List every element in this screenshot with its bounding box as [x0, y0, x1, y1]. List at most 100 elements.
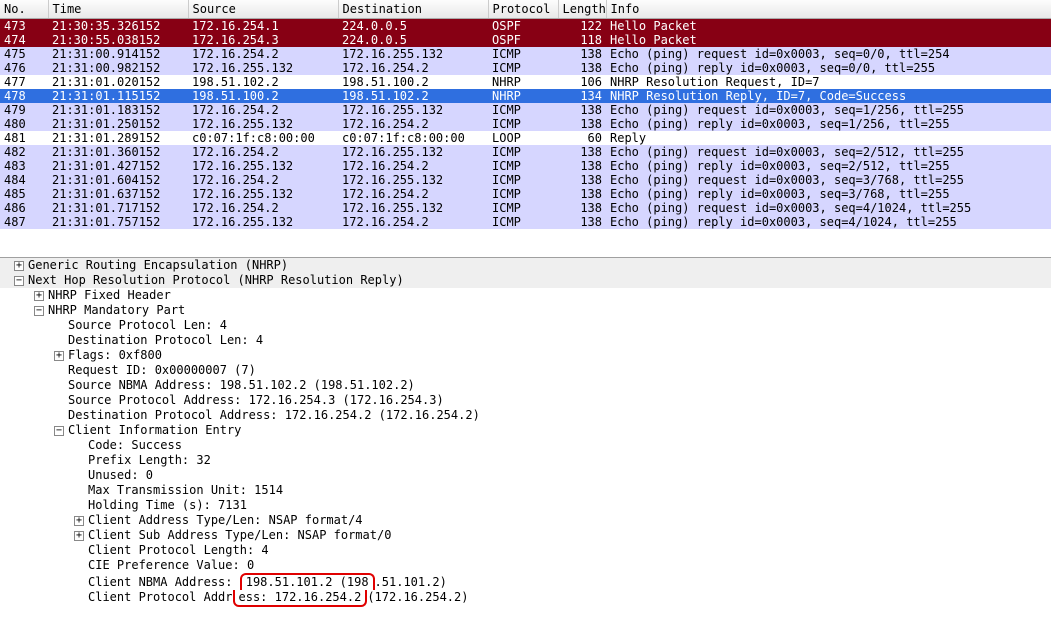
cell-dst: 172.16.254.2	[338, 159, 488, 173]
tree-spl[interactable]: Source Protocol Len: 4	[0, 318, 1051, 333]
cell-src: 172.16.255.132	[188, 159, 338, 173]
cell-info: Hello Packet	[606, 33, 1051, 47]
tree-cpl-label: Client Protocol Length: 4	[88, 543, 269, 557]
tree-cpl[interactable]: Client Protocol Length: 4	[0, 543, 1051, 558]
cell-dst: 172.16.255.132	[338, 145, 488, 159]
cell-src: 172.16.255.132	[188, 117, 338, 131]
table-row[interactable]: 47421:30:55.038152172.16.254.3224.0.0.5O…	[0, 33, 1051, 47]
tree-csatl[interactable]: +Client Sub Address Type/Len: NSAP forma…	[0, 528, 1051, 543]
table-row[interactable]: 47921:31:01.183152172.16.254.2172.16.255…	[0, 103, 1051, 117]
cell-no: 479	[0, 103, 48, 117]
tree-cpaddr-box: ess: 172.16.254.2	[239, 590, 362, 604]
tree-mand[interactable]: −NHRP Mandatory Part	[0, 303, 1051, 318]
cell-no: 483	[0, 159, 48, 173]
cell-info: NHRP Resolution Request, ID=7	[606, 75, 1051, 89]
cell-time: 21:31:01.637152	[48, 187, 188, 201]
table-row[interactable]: 47321:30:35.326152172.16.254.1224.0.0.5O…	[0, 19, 1051, 34]
table-row[interactable]: 48321:31:01.427152172.16.255.132172.16.2…	[0, 159, 1051, 173]
cell-time: 21:31:01.604152	[48, 173, 188, 187]
tree-code[interactable]: Code: Success	[0, 438, 1051, 453]
cell-len: 138	[558, 103, 606, 117]
table-row[interactable]: 48721:31:01.757152172.16.255.132172.16.2…	[0, 215, 1051, 229]
toggle-plus-icon[interactable]: +	[14, 261, 24, 271]
tree-snbma-label: Source NBMA Address: 198.51.102.2 (198.5…	[68, 378, 415, 392]
tree-spaddr[interactable]: Source Protocol Address: 172.16.254.3 (1…	[0, 393, 1051, 408]
cell-len: 122	[558, 19, 606, 34]
packet-header-row: No. Time Source Destination Protocol Len…	[0, 0, 1051, 19]
table-row[interactable]: 47821:31:01.115152198.51.100.2198.51.102…	[0, 89, 1051, 103]
tree-fixed[interactable]: + NHRP Fixed Header	[0, 288, 1051, 303]
col-len[interactable]: Length	[558, 0, 606, 19]
tree-reqid[interactable]: Request ID: 0x00000007 (7)	[0, 363, 1051, 378]
packet-list-pane[interactable]: No. Time Source Destination Protocol Len…	[0, 0, 1051, 258]
cell-proto: ICMP	[488, 117, 558, 131]
tree-fixed-label: NHRP Fixed Header	[48, 288, 171, 302]
tree-mtu[interactable]: Max Transmission Unit: 1514	[0, 483, 1051, 498]
cell-proto: ICMP	[488, 187, 558, 201]
table-row[interactable]: 48121:31:01.289152c0:07:1f:c8:00:00c0:07…	[0, 131, 1051, 145]
cell-dst: 172.16.254.2	[338, 187, 488, 201]
table-row[interactable]: 47521:31:00.914152172.16.254.2172.16.255…	[0, 47, 1051, 61]
cell-info: Echo (ping) reply id=0x0003, seq=4/1024,…	[606, 215, 1051, 229]
tree-flags[interactable]: +Flags: 0xf800	[0, 348, 1051, 363]
table-row[interactable]: 48521:31:01.637152172.16.255.132172.16.2…	[0, 187, 1051, 201]
toggle-plus-icon[interactable]: +	[34, 291, 44, 301]
tree-pref[interactable]: Prefix Length: 32	[0, 453, 1051, 468]
tree-cpaddr-post: (172.16.254.2)	[367, 590, 468, 604]
table-row[interactable]: 47721:31:01.020152198.51.102.2198.51.100…	[0, 75, 1051, 89]
tree-dpaddr[interactable]: Destination Protocol Address: 172.16.254…	[0, 408, 1051, 423]
cell-len: 138	[558, 201, 606, 215]
cell-dst: 172.16.255.132	[338, 47, 488, 61]
tree-cnbma-pre: Client NBMA Address:	[88, 575, 240, 589]
table-row[interactable]: 48021:31:01.250152172.16.255.132172.16.2…	[0, 117, 1051, 131]
tree-dpl[interactable]: Destination Protocol Len: 4	[0, 333, 1051, 348]
tree-hold[interactable]: Holding Time (s): 7131	[0, 498, 1051, 513]
toggle-plus-icon[interactable]: +	[74, 516, 84, 526]
toggle-plus-icon[interactable]: +	[74, 531, 84, 541]
tree-cnbma-box: 198.51.101.2 (198	[246, 575, 369, 589]
tree-gre[interactable]: +Generic Routing Encapsulation (NHRP)	[0, 258, 1051, 273]
col-source[interactable]: Source	[188, 0, 338, 19]
cell-time: 21:31:01.183152	[48, 103, 188, 117]
table-row[interactable]: 48621:31:01.717152172.16.254.2172.16.255…	[0, 201, 1051, 215]
toggle-plus-icon[interactable]: +	[54, 351, 64, 361]
cell-src: 172.16.254.2	[188, 103, 338, 117]
tree-nhrp[interactable]: −Next Hop Resolution Protocol (NHRP Reso…	[0, 273, 1051, 288]
toggle-minus-icon[interactable]: −	[54, 426, 64, 436]
col-no[interactable]: No.	[0, 0, 48, 19]
cell-info: Echo (ping) request id=0x0003, seq=2/512…	[606, 145, 1051, 159]
tree-dpl-label: Destination Protocol Len: 4	[68, 333, 263, 347]
tree-cie[interactable]: −Client Information Entry	[0, 423, 1051, 438]
cell-len: 138	[558, 187, 606, 201]
col-time[interactable]: Time	[48, 0, 188, 19]
cell-time: 21:31:01.250152	[48, 117, 188, 131]
table-row[interactable]: 48421:31:01.604152172.16.254.2172.16.255…	[0, 173, 1051, 187]
tree-spaddr-label: Source Protocol Address: 172.16.254.3 (1…	[68, 393, 444, 407]
cell-proto: NHRP	[488, 75, 558, 89]
col-info[interactable]: Info	[606, 0, 1051, 19]
cell-dst: 172.16.254.2	[338, 61, 488, 75]
tree-catl[interactable]: +Client Address Type/Len: NSAP format/4	[0, 513, 1051, 528]
tree-unused[interactable]: Unused: 0	[0, 468, 1051, 483]
table-row[interactable]: 48221:31:01.360152172.16.254.2172.16.255…	[0, 145, 1051, 159]
toggle-minus-icon[interactable]: −	[14, 276, 24, 286]
tree-snbma[interactable]: Source NBMA Address: 198.51.102.2 (198.5…	[0, 378, 1051, 393]
decode-tree-pane[interactable]: +Generic Routing Encapsulation (NHRP) −N…	[0, 258, 1051, 607]
col-dest[interactable]: Destination	[338, 0, 488, 19]
cell-time: 21:31:01.360152	[48, 145, 188, 159]
cell-info: Reply	[606, 131, 1051, 145]
tree-cpref[interactable]: CIE Preference Value: 0	[0, 558, 1051, 573]
cell-time: 21:30:35.326152	[48, 19, 188, 34]
toggle-minus-icon[interactable]: −	[34, 306, 44, 316]
cell-len: 138	[558, 215, 606, 229]
tree-cnbma[interactable]: Client NBMA Address: 198.51.101.2 (198.5…	[0, 573, 1051, 590]
table-row[interactable]: 47621:31:00.982152172.16.255.132172.16.2…	[0, 61, 1051, 75]
col-proto[interactable]: Protocol	[488, 0, 558, 19]
cell-src: 172.16.254.2	[188, 145, 338, 159]
cell-time: 21:31:01.717152	[48, 201, 188, 215]
cell-src: c0:07:1f:c8:00:00	[188, 131, 338, 145]
cell-dst: 172.16.255.132	[338, 173, 488, 187]
tree-cie-label: Client Information Entry	[68, 423, 241, 437]
tree-cpaddr[interactable]: Client Protocol Address: 172.16.254.2 (1…	[0, 590, 1051, 607]
cell-len: 60	[558, 131, 606, 145]
